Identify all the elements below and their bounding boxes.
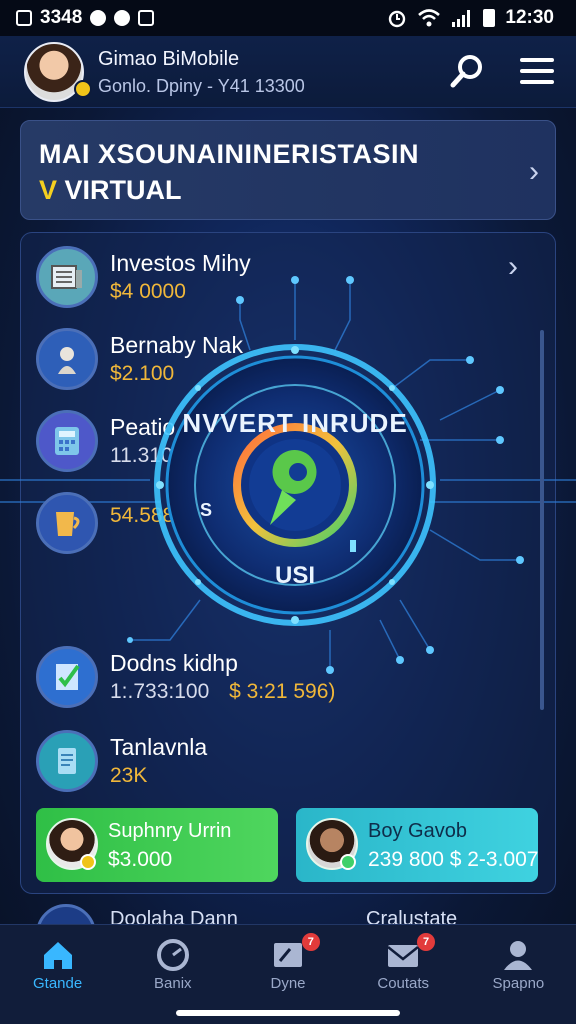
app-screen: 3348 12:30 Gimao BiMobile Gonlo. Dpiny -…	[0, 0, 576, 1024]
item-value-primary: 1:.733:100	[110, 680, 210, 703]
item-title: Dodns kidhp	[110, 650, 238, 676]
nav-label: Banix	[154, 975, 192, 992]
search-icon[interactable]	[448, 52, 486, 90]
wifi-icon	[418, 9, 441, 27]
status-left-text: 3348	[40, 7, 83, 28]
item-value-secondary: $ 3:21 596)	[229, 680, 336, 703]
peek-title: Doolaha Dann	[110, 908, 238, 924]
message-icon	[274, 943, 302, 967]
nav-item-profile[interactable]: Spapno	[461, 925, 576, 1024]
status-time: 12:30	[505, 7, 554, 28]
promo-subtitle: V VIRTUAL	[39, 175, 182, 206]
nav-label: Coutats	[377, 975, 430, 992]
bust-icon	[36, 328, 98, 390]
calculator-icon	[36, 410, 98, 472]
nav-label: Gtande	[32, 975, 83, 992]
cup-icon	[36, 492, 98, 554]
bottom-nav: Gtande Banix 7 Dyne 7 Coutats Spapno	[0, 924, 576, 1024]
notification-icon	[16, 10, 32, 26]
peek-right: Cralustate	[366, 908, 458, 924]
menu-icon[interactable]	[518, 54, 556, 88]
list-item[interactable]: Investos Mihy $4 0000	[36, 246, 456, 316]
profile-icon	[504, 941, 533, 970]
card-value: 239 800 $ 2-3.007	[368, 848, 539, 871]
battery-icon	[483, 9, 496, 27]
home-indicator[interactable]	[176, 1010, 400, 1016]
mail-icon	[387, 945, 419, 967]
peek-item-icon	[36, 904, 96, 924]
promo-card[interactable]: MAI XSOUNAININERISTASIN V VIRTUAL ›	[20, 120, 556, 220]
chat-icon	[114, 10, 131, 26]
action-card-cyan[interactable]: Boy Gavob 239 800 $ 2-3.007	[296, 808, 538, 882]
record-icon	[90, 10, 107, 26]
action-card-green[interactable]: Suphnry Urrin $3.000	[36, 808, 278, 882]
card-title: Boy Gavob	[368, 820, 467, 842]
signal-icon	[452, 10, 471, 27]
item-value: 1:.733:100 $ 3:21 596)	[110, 680, 335, 704]
peek-list-item[interactable]: Doolaha Dann Cralustate	[36, 902, 540, 924]
chevron-right-icon: ›	[529, 155, 539, 188]
document-icon	[36, 730, 98, 792]
checklist-icon	[36, 646, 98, 708]
promo-sub-text: VIRTUAL	[64, 175, 182, 205]
server-icon	[36, 246, 98, 308]
item-value: 23K	[110, 764, 148, 787]
user-subtitle: Gonlo. Dpiny - Y41 13300	[98, 76, 305, 96]
user-name: Gimao BiMobile	[98, 48, 240, 70]
card-value: $3.000	[108, 848, 173, 871]
list-item[interactable]: Dodns kidhp 1:.733:100 $ 3:21 596)	[36, 646, 456, 716]
card-badge-icon	[340, 854, 356, 870]
item-title: Investos Mihy	[110, 250, 251, 276]
item-title: Tanlavnla	[110, 734, 208, 760]
promo-title: MAI XSOUNAININERISTASIN	[39, 139, 420, 169]
chevron-right-icon[interactable]: ›	[508, 250, 518, 284]
alarm-icon	[389, 10, 406, 28]
card-badge-icon	[80, 854, 96, 870]
nav-badge: 7	[301, 933, 320, 951]
promo-sub-prefix: V	[39, 175, 58, 205]
nav-label: Dyne	[270, 975, 306, 992]
status-bar: 3348 12:30	[0, 0, 576, 36]
gauge-icon	[156, 939, 189, 971]
investment-orb-graphic	[154, 344, 436, 626]
item-value: $4 0000	[110, 280, 186, 303]
gallery-icon	[138, 10, 155, 26]
nav-badge: 7	[417, 933, 436, 951]
home-icon	[43, 942, 72, 969]
status-right: 12:30	[387, 7, 554, 29]
list-item[interactable]: Tanlavnla 23K	[36, 730, 456, 800]
panel-scrollbar[interactable]	[540, 330, 544, 710]
app-header: Gimao BiMobile Gonlo. Dpiny - Y41 13300	[0, 36, 576, 108]
avatar-badge-icon	[74, 80, 92, 98]
card-title: Suphnry Urrin	[108, 820, 232, 842]
nav-item-home[interactable]: Gtande	[0, 925, 115, 1024]
status-left: 3348	[16, 7, 155, 29]
nav-label: Spapno	[492, 975, 545, 992]
